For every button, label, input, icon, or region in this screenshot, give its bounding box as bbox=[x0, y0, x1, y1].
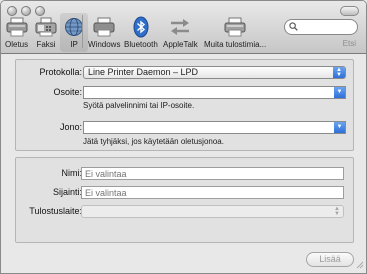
fax-icon bbox=[35, 15, 57, 39]
toolbar-item-label: Bluetooth bbox=[124, 40, 158, 49]
more-printers-icon bbox=[224, 15, 246, 39]
location-label: Sijainti: bbox=[52, 187, 82, 197]
toolbar-item-label: Faksi bbox=[36, 40, 56, 49]
connection-panel: Protokolla: Line Printer Daemon – LPD ▲ ▼… bbox=[15, 59, 354, 151]
toolbar-item-ip[interactable]: IP bbox=[60, 13, 88, 52]
toolbar-toggle-button[interactable] bbox=[340, 6, 359, 16]
globe-icon bbox=[64, 15, 84, 39]
toolbar-item-appletalk[interactable]: AppleTalk bbox=[163, 15, 198, 51]
toolbar-item-windows[interactable]: Windows bbox=[88, 15, 120, 51]
address-input[interactable] bbox=[84, 87, 325, 98]
search-input[interactable] bbox=[300, 21, 358, 34]
toolbar-item-label: Windows bbox=[88, 40, 121, 49]
toolbar-item-fax[interactable]: Faksi bbox=[35, 15, 57, 51]
resize-grip-icon[interactable] bbox=[356, 261, 364, 271]
bluetooth-icon bbox=[133, 15, 149, 39]
queue-combo[interactable]: ▼ bbox=[83, 121, 346, 134]
toolbar: Oletus Faksi IP Windows Bluetooth AppleT… bbox=[1, 1, 366, 54]
windows-printer-icon bbox=[93, 15, 115, 39]
toolbar-item-label: Oletus bbox=[5, 40, 29, 49]
details-panel: Nimi: Sijainti: Tulostuslaite: ▲▼ bbox=[15, 157, 354, 243]
protocol-value: Line Printer Daemon – LPD bbox=[88, 67, 199, 77]
device-popup[interactable]: ▲ ▼ bbox=[81, 205, 344, 218]
appletalk-icon bbox=[168, 15, 192, 39]
queue-label: Jono: bbox=[59, 122, 82, 132]
popup-arrows-icon: ▲ ▼ bbox=[334, 206, 340, 217]
location-input[interactable] bbox=[82, 187, 343, 198]
toolbar-item-label: Muita tulostimia... bbox=[204, 40, 267, 49]
queue-hint: Jätä tyhjäksi, jos käytetään oletusjonoa… bbox=[83, 137, 224, 146]
address-hint: Syötä palvelinnimi tai IP-osoite. bbox=[83, 101, 195, 110]
search-area: Etsi bbox=[284, 19, 358, 48]
search-field[interactable] bbox=[284, 19, 358, 35]
name-label: Nimi: bbox=[61, 168, 83, 178]
address-combo[interactable]: ▼ bbox=[83, 86, 346, 99]
toolbar-item-more-printers[interactable]: Muita tulostimia... bbox=[204, 15, 266, 51]
protocol-label: Protokolla: bbox=[39, 67, 82, 77]
toolbar-item-bluetooth[interactable]: Bluetooth bbox=[124, 15, 158, 51]
protocol-popup[interactable]: Line Printer Daemon – LPD ▲ ▼ bbox=[83, 66, 346, 79]
toolbar-item-default[interactable]: Oletus bbox=[5, 15, 28, 51]
device-label: Tulostuslaite: bbox=[29, 206, 82, 216]
default-printer-icon bbox=[6, 15, 28, 39]
toolbar-item-label: IP bbox=[70, 40, 78, 49]
name-input[interactable] bbox=[82, 168, 343, 179]
add-printer-window: Oletus Faksi IP Windows Bluetooth AppleT… bbox=[0, 0, 367, 274]
address-label: Osoite: bbox=[53, 87, 82, 97]
toolbar-item-label: AppleTalk bbox=[163, 40, 198, 49]
location-field[interactable] bbox=[81, 186, 344, 199]
popup-arrows-icon: ▲ ▼ bbox=[333, 67, 345, 78]
toolbar-separator bbox=[82, 15, 83, 48]
search-label: Etsi bbox=[342, 39, 356, 48]
add-button[interactable]: Lisää bbox=[306, 252, 354, 267]
name-field[interactable] bbox=[81, 167, 344, 180]
dropdown-arrow-icon[interactable]: ▼ bbox=[334, 87, 345, 98]
search-icon bbox=[289, 22, 298, 33]
dropdown-arrow-icon[interactable]: ▼ bbox=[334, 122, 345, 133]
queue-input[interactable] bbox=[84, 122, 325, 133]
